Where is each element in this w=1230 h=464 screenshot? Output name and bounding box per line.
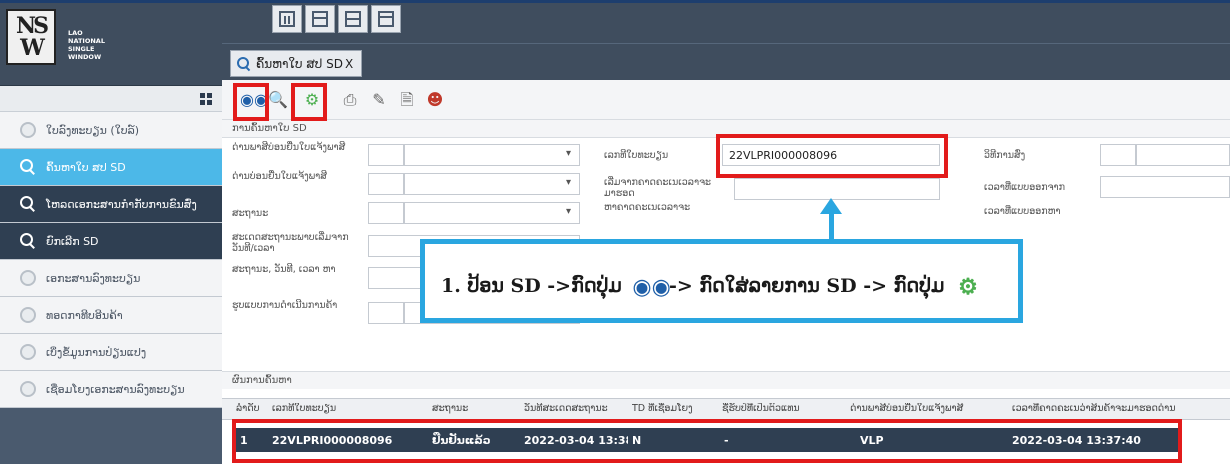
customs-code-field[interactable]: [368, 144, 404, 166]
layout-split-button[interactable]: [338, 5, 368, 33]
preview-icon[interactable]: 🔍: [268, 90, 288, 110]
results-table-header: ລຳດັບ ເລກທີໃບທະບຽນ ສະຖານະ ວັນທີສະເດດສະຖາ…: [222, 398, 1230, 420]
users-icon[interactable]: ☻: [425, 90, 445, 110]
circle-icon: [20, 307, 36, 323]
tab-search-sd[interactable]: ຄົ້ນຫາໃບ ສປ SD X: [230, 50, 363, 77]
col-status-date[interactable]: ວັນທີສະເດດສະຖານະ: [524, 403, 624, 414]
instruction-callout: 1. ປ້ອນ SD ->ກົດປຸ່ມ ◉◉ -> ກົດໃສ່ລາຍການ …: [420, 239, 1023, 323]
search-icon: [20, 196, 36, 212]
status-code-field[interactable]: [368, 202, 404, 224]
trade-code-field[interactable]: [368, 302, 404, 324]
status-label: ສະຖານະ: [232, 208, 269, 219]
highlight-binoculars: [233, 83, 269, 121]
sidebar-item-label: ເອກະສານລົງທະບຽນ: [46, 271, 141, 285]
sidebar-item-label: ເບິ່ງຂໍ້ມູນການປ່ຽນແປງ: [46, 345, 147, 359]
customs-office-select[interactable]: [404, 144, 580, 166]
instruction-part2: -> ກົດໃສ່ລາຍການ SD -> ກົດປຸ່ມ: [669, 275, 945, 297]
menu-grip[interactable]: [0, 86, 222, 112]
submit-office-select[interactable]: [404, 173, 580, 195]
search-icon: [237, 56, 251, 71]
tab-label: ຄົ້ນຫາໃບ ສປ SD: [256, 56, 343, 71]
sidebar-item-label: ໃບລົງທະບຽນ (ໃບລ໌): [46, 123, 140, 137]
status-date-to-label: ສະຖານະ, ວັນທີ, ເວລາ ຫາ: [232, 264, 336, 275]
sidebar-item-label: ຄົ້ນຫາໃບ ສປ SD: [46, 160, 126, 174]
print-icon[interactable]: ⎙: [340, 90, 360, 110]
reg-no-label: ເລກທີໃບທະບຽນ: [604, 150, 669, 161]
sidebar-item-6[interactable]: ເບິ່ງຂໍ້ມູນການປ່ຽນແປງ: [0, 334, 222, 371]
layout-top-button[interactable]: [305, 5, 335, 33]
delivery-method-field[interactable]: [1136, 144, 1230, 166]
col-agent[interactable]: ຊື່ຮັບປໍທີ່ເປັນຕົວແທນ: [722, 403, 844, 414]
sidebar-item-7[interactable]: ເຊື່ອມໂຍງເອກະສານລົງທະບຽນ: [0, 371, 222, 408]
col-reg-no[interactable]: ເລກທີໃບທະບຽນ: [272, 403, 402, 414]
logo-area: NS W LAO NATIONAL SINGLE WINDOW: [0, 3, 222, 86]
circle-icon: [20, 122, 36, 138]
depart-from-field[interactable]: [1100, 176, 1230, 198]
sidebar-item-1[interactable]: ຄົ້ນຫາໃບ ສປ SD: [0, 149, 222, 186]
layout-columns-button[interactable]: [272, 5, 302, 33]
toolbar: ◉◉ 🔍 ⚙ ⎙ ✎ 🗎 ☻: [222, 80, 1230, 121]
edit-icon[interactable]: ✎: [369, 90, 389, 110]
lnsw-logo: NS W: [6, 9, 56, 65]
instruction-part1: 1. ປ້ອນ SD ->ກົດປຸ່ມ: [441, 275, 622, 297]
binoculars-icon: ◉◉: [632, 274, 671, 300]
sidebar-item-label: ທອດກາທີບອີນຄ້າ: [46, 308, 123, 322]
sidebar-item-label: ຍົກເລີກ SD: [46, 234, 99, 248]
sidebar-item-5[interactable]: ທອດກາທີບອີນຄ້າ: [0, 297, 222, 334]
main-panel: ຄົ້ນຫາໃບ ສປ SD X ◉◉ 🔍 ⚙ ⎙ ✎ 🗎 ☻ ການຄົ້ນຫ…: [222, 3, 1230, 464]
col-td[interactable]: TD ທີ່ເຊື່ອມໂຍງ: [632, 403, 714, 414]
sidebar-item-4[interactable]: ເອກະສານລົງທະບຽນ: [0, 260, 222, 297]
logo-text: LAO NATIONAL SINGLE WINDOW: [68, 29, 105, 61]
sidebar-item-2[interactable]: ໂຫລດເອກະສານກຳກັບການຂົນສົ່ງ: [0, 186, 222, 223]
grid-icon[interactable]: [200, 93, 212, 105]
circle-icon: [20, 344, 36, 360]
depart-to-label: ເວລາທີ່ແບບອອກຫາ: [984, 206, 1061, 217]
status-date-from-label: ສະເດດສະຖານະພາບເລີ່ມຈາກວັນທີ/ເວລາ: [232, 232, 349, 254]
col-status[interactable]: ສະຖານະ: [432, 403, 512, 414]
submit-office-label: ດ່ານບ່ອນຍື່ນໃບແຈ້ງພາສີ: [232, 171, 327, 182]
search-icon: [20, 233, 36, 249]
layout-bottom-button[interactable]: [371, 5, 401, 33]
results-section-title: ຜົນການຄົ້ນຫາ: [222, 371, 1230, 389]
sidebar-item-0[interactable]: ໃບລົງທະບຽນ (ໃບລ໌): [0, 112, 222, 149]
instruction-text: 1. ປ້ອນ SD ->ກົດປຸ່ມ ◉◉ -> ກົດໃສ່ລາຍການ …: [441, 274, 985, 300]
trade-type-label: ຮູບແບບການດຳເນີນການຄ້າ: [232, 300, 338, 311]
search-icon: [20, 159, 36, 175]
document-icon[interactable]: 🗎: [397, 90, 417, 110]
eta-from-field[interactable]: [734, 178, 940, 200]
sidebar-item-label: ເຊື່ອມໂຍງເອກະສານລົງທະບຽນ: [46, 382, 185, 396]
col-seq[interactable]: ລຳດັບ: [236, 403, 264, 414]
sidebar: NS W LAO NATIONAL SINGLE WINDOW ໃບລົງທະບ…: [0, 3, 222, 464]
highlight-gears: [291, 83, 327, 121]
submit-code-field[interactable]: [368, 173, 404, 195]
sidebar-item-label: ໂຫລດເອກະສານກຳກັບການຂົນສົ່ງ: [46, 197, 197, 211]
customs-office-label: ດ່ານພາສີບ່ອນຍື່ນໃບແຈ້ງພາສີ: [232, 142, 346, 153]
arrow-shaft: [829, 212, 834, 240]
eta-to-label: ຫາຄາດຄະເນເວລາຈະ: [604, 202, 691, 213]
circle-icon: [20, 381, 36, 397]
highlight-result-row: [232, 419, 1182, 463]
gears-icon: ⚙: [958, 274, 978, 300]
col-eta[interactable]: ເວລາທີ່ຄາດຄະເນວ່າສິນຄ້າຈະມາຮອດດ່ານ: [1012, 403, 1230, 414]
depart-from-label: ເວລາທີ່ແບບອອກຈາກ: [984, 182, 1066, 193]
tab-bar: ຄົ້ນຫາໃບ ສປ SD X: [222, 43, 1230, 80]
delivery-method-label: ວິທີການສົ່ງ: [984, 150, 1026, 161]
eta-from-label: ເລີ່ມຈາກຄາດຄະເນເວລາຈະມາຮອດ: [604, 177, 712, 199]
sidebar-item-3[interactable]: ຍົກເລີກ SD: [0, 223, 222, 260]
layout-bar: [222, 3, 1230, 43]
highlight-reg-no: [716, 134, 948, 178]
col-customs-office[interactable]: ດ່ານພາສີບ່ອນຍື່ນໃບແຈ້ງພາສີ: [850, 403, 1006, 414]
delivery-code-field[interactable]: [1100, 144, 1136, 166]
circle-icon: [20, 270, 36, 286]
tab-close-button[interactable]: X: [345, 57, 353, 71]
status-select[interactable]: [404, 202, 580, 224]
